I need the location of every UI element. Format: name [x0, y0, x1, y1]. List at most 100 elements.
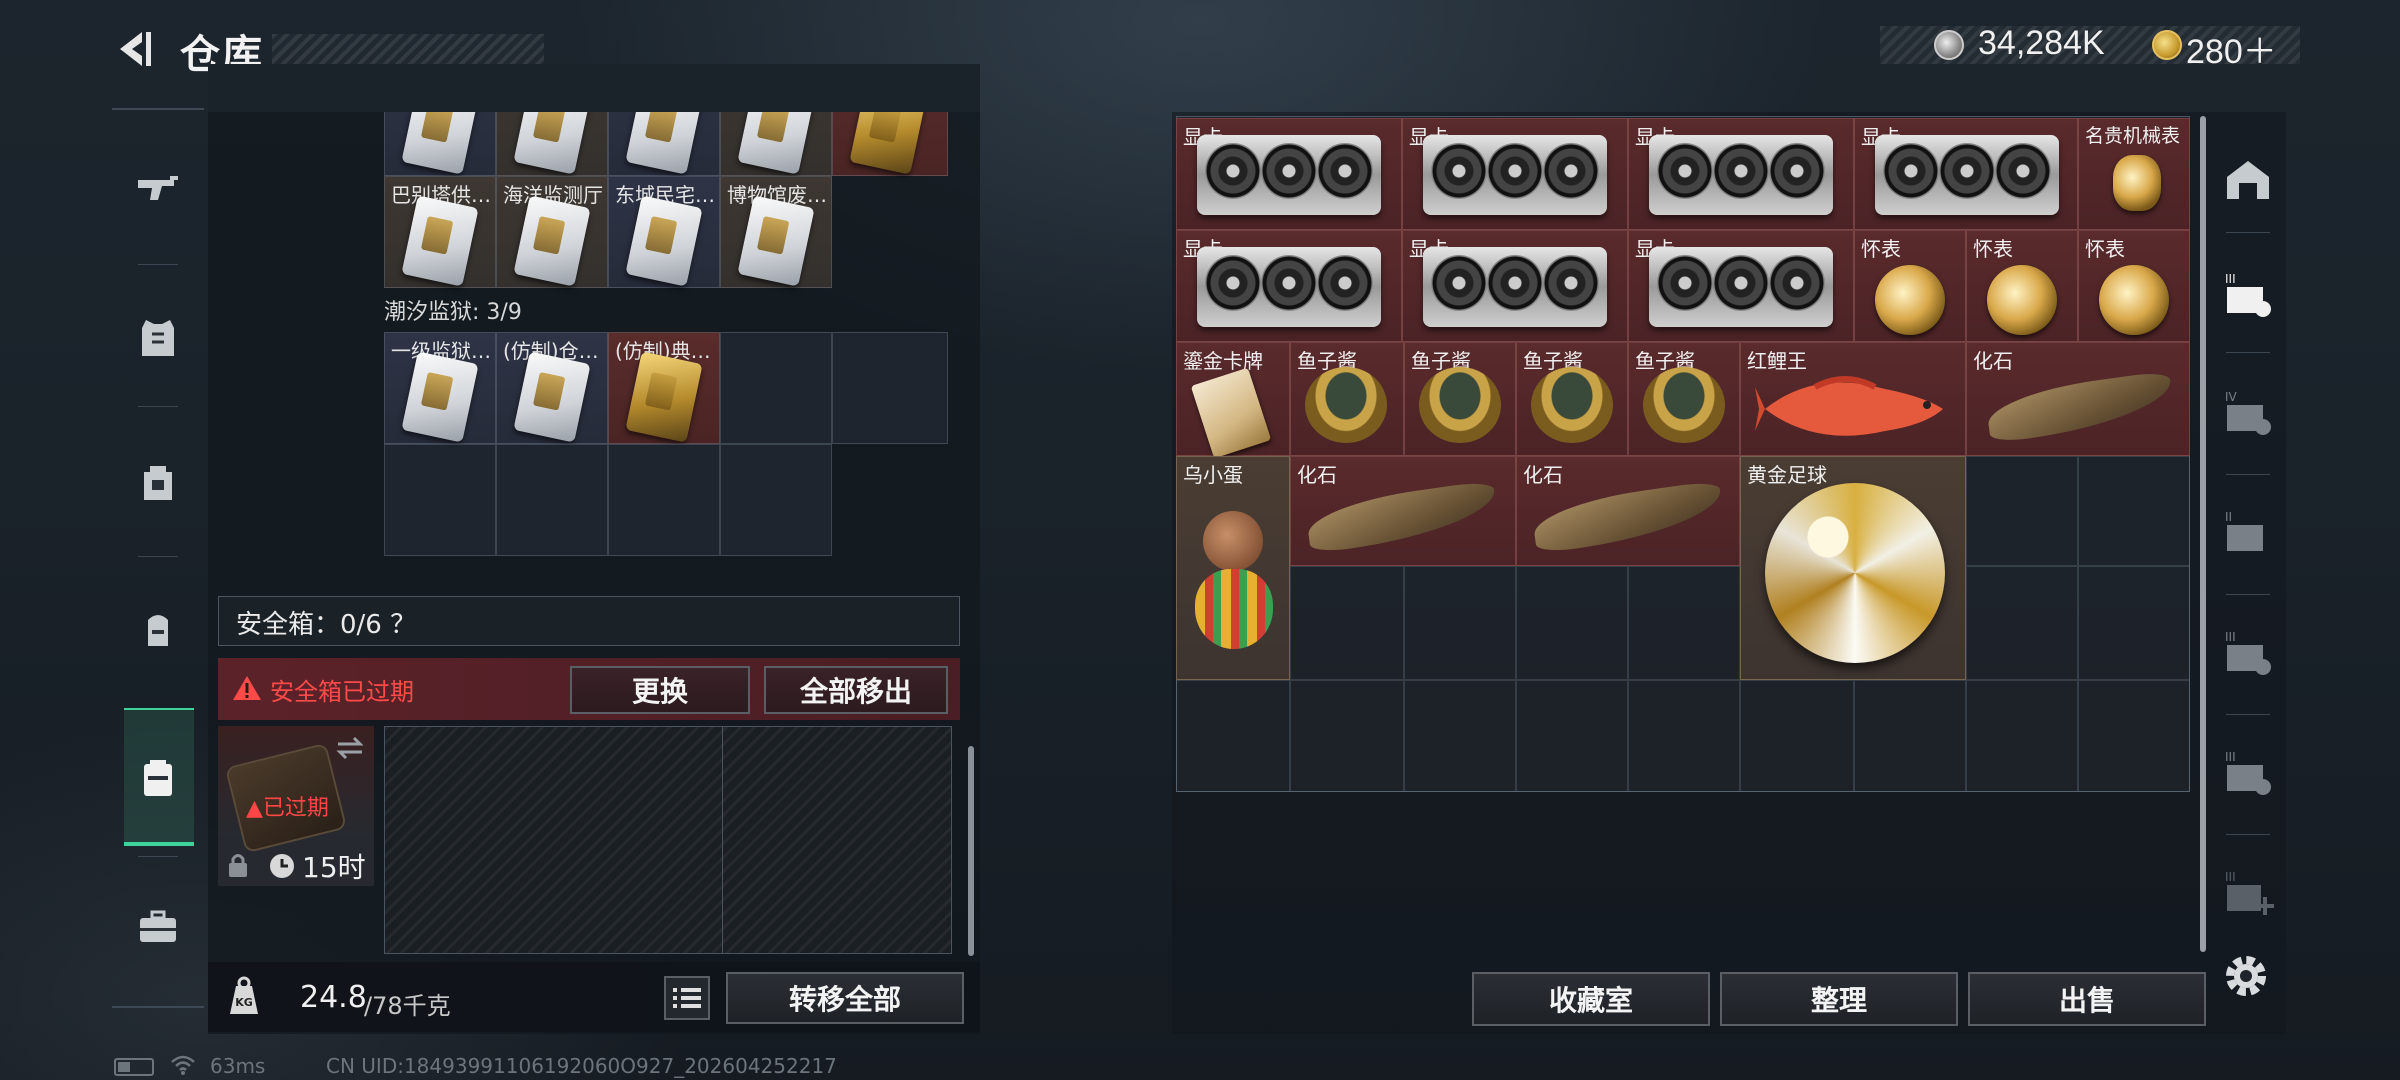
- keycard-item[interactable]: 博物馆废…: [720, 176, 832, 288]
- keycard-item[interactable]: 东城民宅…: [608, 176, 720, 288]
- keycard-item[interactable]: (仿制)典…: [608, 332, 720, 444]
- back-arrow-icon[interactable]: [112, 28, 154, 70]
- replace-button[interactable]: 更换: [570, 666, 750, 714]
- stash-tab-2[interactable]: II: [2214, 500, 2282, 568]
- list-view-button[interactable]: [664, 976, 710, 1020]
- rail-item-weapons[interactable]: [112, 118, 204, 258]
- gold-currency-value[interactable]: 280＋: [2186, 24, 2277, 73]
- item-label: 化石: [1523, 463, 1563, 487]
- gpu-image: [1423, 135, 1607, 215]
- stash-tab-add[interactable]: III: [2214, 860, 2282, 928]
- stash-item-watch[interactable]: 名贵机械表: [2078, 118, 2190, 230]
- stash-item-fossil[interactable]: 化石: [1516, 456, 1740, 566]
- pocket-watch-image: [2099, 265, 2169, 335]
- stash-item-gpu[interactable]: 显卡: [1402, 230, 1628, 342]
- monkey-figure: [1203, 511, 1263, 571]
- empty-slot[interactable]: [1516, 566, 1628, 680]
- stash-item-gpu[interactable]: 显卡: [1176, 118, 1402, 230]
- empty-slot[interactable]: [384, 444, 496, 556]
- empty-slot[interactable]: [1290, 680, 1404, 792]
- caviar-image: [1305, 367, 1387, 443]
- empty-slot[interactable]: [2078, 680, 2190, 792]
- keycard-item[interactable]: 巴别塔供…: [384, 176, 496, 288]
- empty-slot[interactable]: [1404, 566, 1516, 680]
- empty-slot[interactable]: [1290, 566, 1404, 680]
- empty-slot[interactable]: [1854, 680, 1966, 792]
- empty-slot[interactable]: [608, 444, 720, 556]
- empty-slot[interactable]: [1740, 680, 1854, 792]
- stash-tab-icon: IV: [2225, 390, 2271, 435]
- gpu-image: [1649, 135, 1833, 215]
- clock-icon: [270, 854, 294, 878]
- stash-tab-3b[interactable]: III: [2214, 620, 2282, 688]
- empty-slot[interactable]: [1966, 456, 2078, 566]
- stash-item-carp[interactable]: 红鲤王: [1740, 342, 1966, 456]
- stash-tab-home[interactable]: [2214, 146, 2282, 214]
- lock-icon: [229, 854, 247, 877]
- stash-item-caviar[interactable]: 鱼子酱: [1404, 342, 1516, 456]
- egg-image: [1195, 569, 1273, 649]
- sell-button[interactable]: 出售: [1968, 972, 2206, 1026]
- empty-slot[interactable]: [496, 444, 608, 556]
- move-all-out-button[interactable]: 全部移出: [764, 666, 948, 714]
- gear-icon[interactable]: [2218, 948, 2274, 1004]
- keycard-item[interactable]: 一级监狱…: [384, 332, 496, 444]
- rail-item-armor[interactable]: [112, 268, 204, 408]
- item-label: 怀表: [1861, 237, 1901, 261]
- empty-slot[interactable]: [1404, 680, 1516, 792]
- stash-tab-3-active[interactable]: III: [2214, 262, 2282, 330]
- stash-item-pocket-watch[interactable]: 怀表: [2078, 230, 2190, 342]
- stash-item-gpu[interactable]: 显卡: [1402, 118, 1628, 230]
- stash-item-pocket-watch[interactable]: 怀表: [1854, 230, 1966, 342]
- item-label: 化石: [1297, 463, 1337, 487]
- stash-item-gpu[interactable]: 显卡: [1854, 118, 2078, 230]
- empty-slot[interactable]: [2078, 566, 2190, 680]
- stash-item-caviar[interactable]: 鱼子酱: [1516, 342, 1628, 456]
- transfer-all-button[interactable]: 转移全部: [726, 972, 964, 1024]
- golden-ball-image: [1765, 483, 1945, 663]
- empty-slot[interactable]: [720, 332, 832, 444]
- stash-item-caviar[interactable]: 鱼子酱: [1628, 342, 1740, 456]
- empty-slot[interactable]: [1176, 680, 1290, 792]
- empty-slot[interactable]: [2078, 456, 2190, 566]
- empty-slot[interactable]: [832, 332, 948, 444]
- rail-item-backpack[interactable]: [112, 412, 204, 552]
- empty-slot[interactable]: [1628, 566, 1740, 680]
- stash-item-gold-card[interactable]: 鎏金卡牌: [1176, 342, 1290, 459]
- stash-item-caviar[interactable]: 鱼子酱: [1290, 342, 1404, 456]
- safe-expired-status: ▲已过期: [246, 796, 329, 821]
- empty-slot[interactable]: [1628, 680, 1740, 792]
- stash-tab-3c[interactable]: III: [2214, 740, 2282, 808]
- rail-item-toolbox[interactable]: [112, 856, 204, 996]
- rail-item-safe-box[interactable]: [112, 708, 204, 848]
- stash-item-fossil[interactable]: 化石: [1966, 342, 2190, 456]
- stash-item-egg[interactable]: 乌小蛋: [1176, 456, 1290, 680]
- safe-box-grid[interactable]: [384, 726, 952, 954]
- panel-scrollbar[interactable]: [968, 746, 974, 956]
- svg-text:IV: IV: [2225, 390, 2238, 404]
- caviar-image: [1419, 367, 1501, 443]
- empty-slot[interactable]: [720, 444, 832, 556]
- rail-item-chest-rig[interactable]: [112, 560, 204, 700]
- organize-button[interactable]: 整理: [1720, 972, 1958, 1026]
- empty-slot[interactable]: [1966, 680, 2078, 792]
- silver-currency-value: 34,284K: [1978, 24, 2105, 62]
- stash-item-pocket-watch[interactable]: 怀表: [1966, 230, 2078, 342]
- item-label: 化石: [1973, 349, 2013, 373]
- stash-item-fossil[interactable]: 化石: [1290, 456, 1516, 566]
- home-icon: [2227, 161, 2269, 199]
- fossil-image: [1984, 370, 2176, 444]
- empty-slot[interactable]: [1516, 680, 1628, 792]
- safe-box-title[interactable]: 安全箱：0/6 ？: [236, 604, 416, 641]
- stash-scrollbar[interactable]: [2200, 116, 2206, 952]
- stash-tab-4[interactable]: IV: [2214, 380, 2282, 448]
- stash-item-gpu[interactable]: 显卡: [1176, 230, 1402, 342]
- stash-item-gpu[interactable]: 显卡: [1628, 230, 1854, 342]
- swap-icon[interactable]: [334, 732, 366, 764]
- keycard-item[interactable]: (仿制)仓…: [496, 332, 608, 444]
- keycard-item[interactable]: 海洋监测厅: [496, 176, 608, 288]
- empty-slot[interactable]: [1966, 566, 2078, 680]
- stash-item-gpu[interactable]: 显卡: [1628, 118, 1854, 230]
- collection-room-button[interactable]: 收藏室: [1472, 972, 1710, 1026]
- stash-item-golden-ball[interactable]: 黄金足球: [1740, 456, 1966, 680]
